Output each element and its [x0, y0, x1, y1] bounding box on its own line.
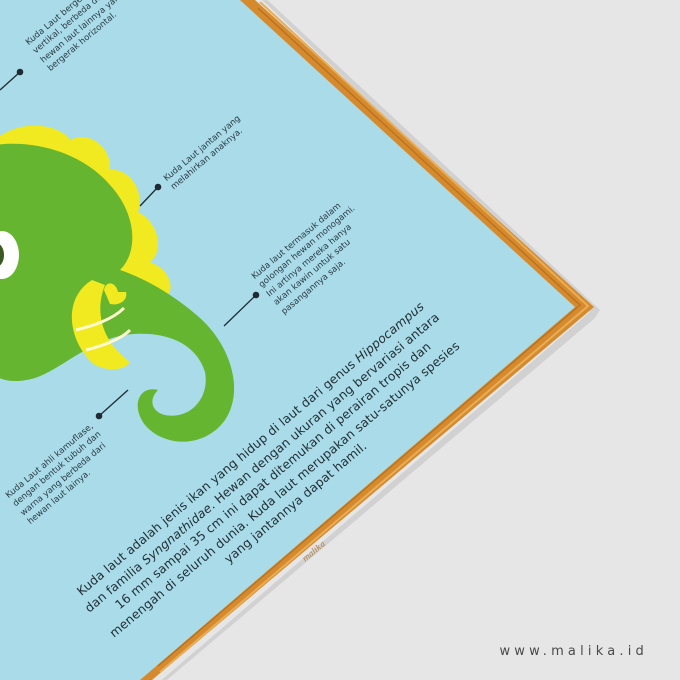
pointer-dot-monogamy [252, 291, 260, 299]
pointer-dot-camouflage [95, 412, 103, 420]
website-url: www.malika.id [499, 644, 648, 659]
pointer-dot-vertical [16, 68, 24, 76]
pointer-dot-male-birth [154, 183, 162, 191]
